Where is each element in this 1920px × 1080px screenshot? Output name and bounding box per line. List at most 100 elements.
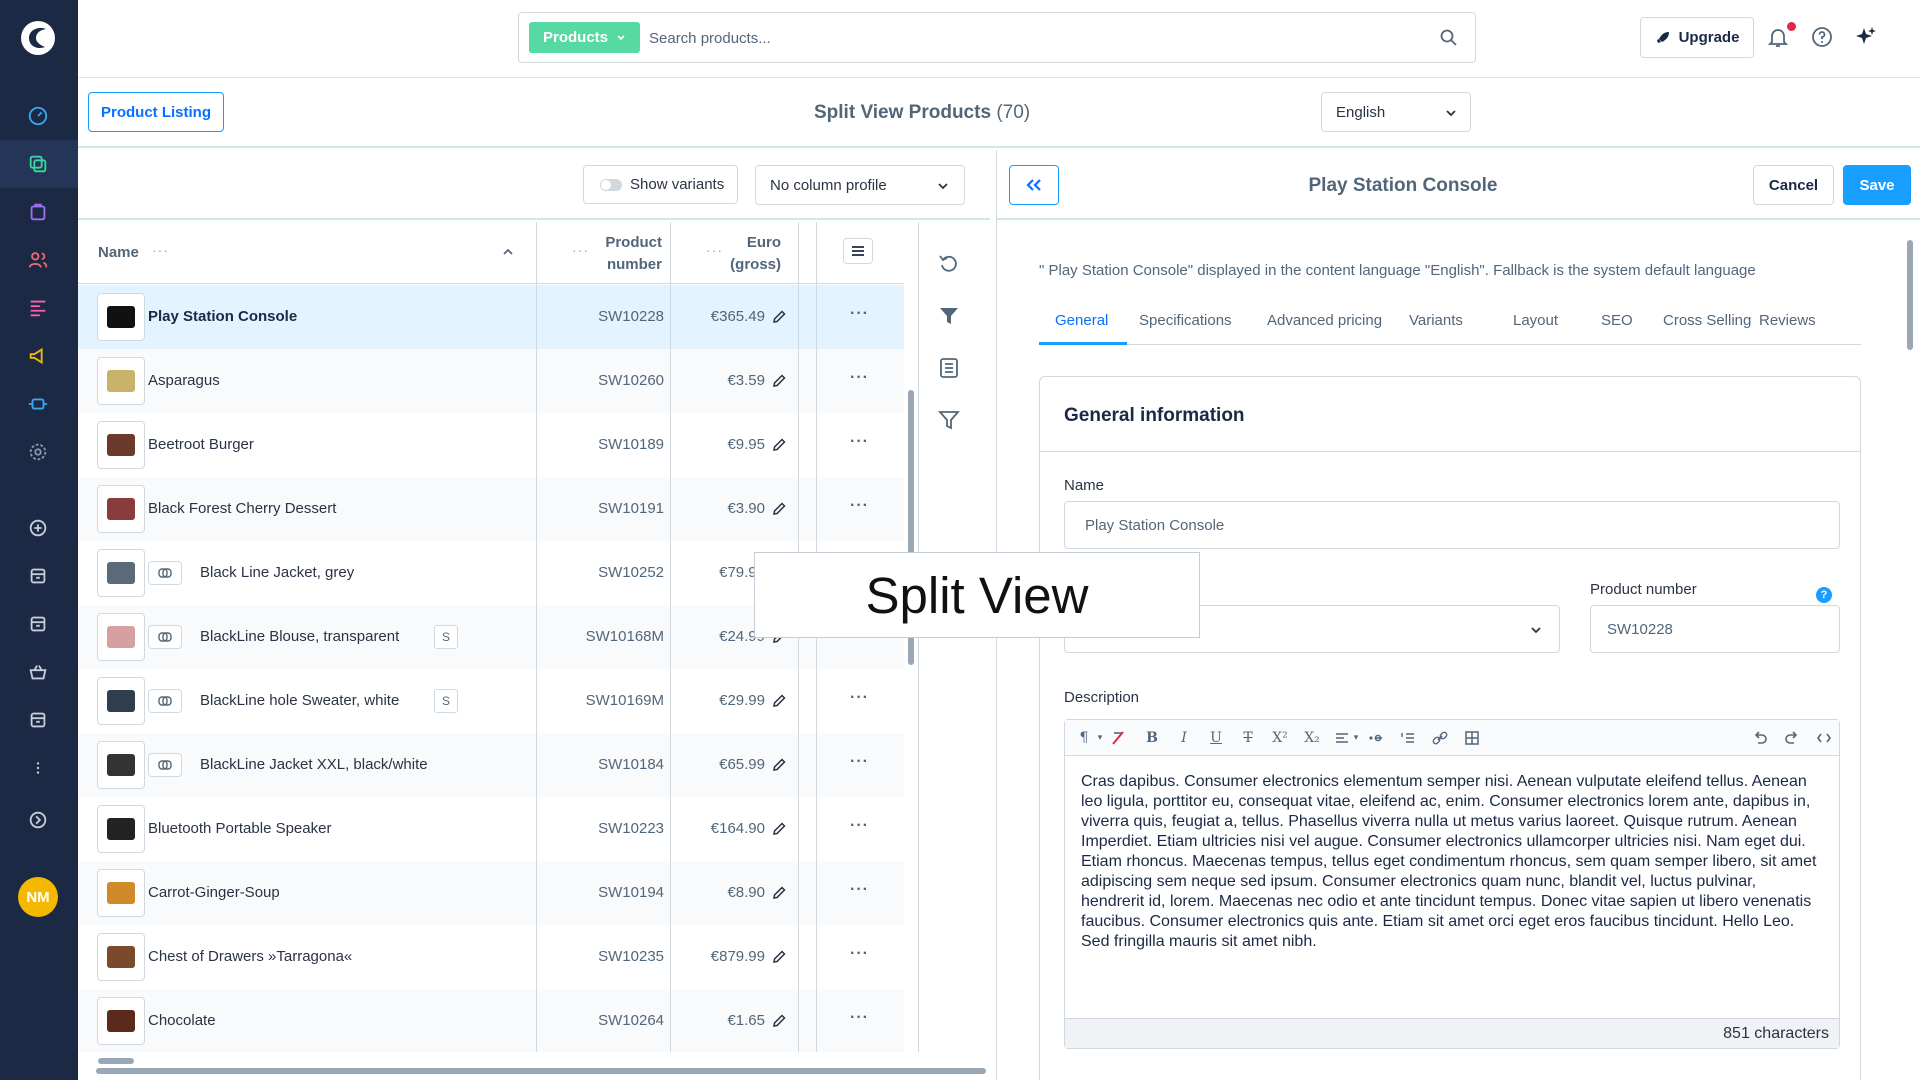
sort-ascending-icon[interactable] <box>502 246 514 258</box>
product-name[interactable]: Asparagus <box>148 372 220 389</box>
pane-horizontal-scrollbar[interactable] <box>96 1068 986 1074</box>
collapse-sidebar-icon[interactable] <box>25 807 51 833</box>
name-field[interactable] <box>1064 501 1840 549</box>
pencil-icon[interactable] <box>771 1013 787 1029</box>
redo-icon[interactable] <box>1783 729 1801 747</box>
table-row[interactable]: Bluetooth Portable Speaker SW10223 €164.90… <box>78 797 904 861</box>
pencil-icon[interactable] <box>771 309 787 325</box>
customers-icon[interactable] <box>25 247 51 273</box>
pencil-icon[interactable] <box>771 757 787 773</box>
description-text[interactable]: Cras dapibus. Consumer electronics eleme… <box>1081 772 1821 952</box>
product-name[interactable]: BlackLine Jacket XXL, black/white <box>200 756 428 773</box>
sales-channel-icon[interactable] <box>25 707 51 733</box>
undo-icon[interactable] <box>1751 729 1769 747</box>
search-input[interactable] <box>649 24 1409 52</box>
column-header-product-number[interactable]: Product number <box>586 232 662 276</box>
product-name[interactable]: Black Line Jacket, grey <box>200 564 354 581</box>
table-icon[interactable] <box>1463 729 1481 747</box>
language-select[interactable]: English <box>1321 92 1471 132</box>
sales-channel-icon[interactable] <box>25 563 51 589</box>
product-name[interactable]: Black Forest Cherry Dessert <box>148 500 336 517</box>
row-actions-icon[interactable]: ··· <box>850 433 870 451</box>
product-name[interactable]: Bluetooth Portable Speaker <box>148 820 331 837</box>
tab-reviews[interactable]: Reviews <box>1759 312 1816 329</box>
refresh-icon[interactable] <box>937 252 961 276</box>
show-variants-toggle[interactable]: Show variants <box>583 165 738 204</box>
strikethrough-icon[interactable]: T <box>1239 729 1257 747</box>
variants-icon[interactable] <box>148 689 182 713</box>
grid-horizontal-scrollbar[interactable] <box>98 1058 134 1064</box>
bold-icon[interactable]: B <box>1143 729 1161 747</box>
table-row[interactable]: Asparagus SW10260 €3.59 ··· <box>78 349 904 413</box>
toggle-switch[interactable] <box>600 178 622 191</box>
settings-icon[interactable] <box>25 439 51 465</box>
tab-specifications[interactable]: Specifications <box>1139 312 1232 329</box>
sales-channel-icon[interactable] <box>25 611 51 637</box>
product-name[interactable]: Chest of Drawers »Tarragona« <box>148 948 352 965</box>
table-row[interactable]: Play Station Console SW10228 €365.49 ··· <box>78 285 904 349</box>
product-name[interactable]: Play Station Console <box>148 308 297 325</box>
extensions-icon[interactable] <box>25 391 51 417</box>
pencil-icon[interactable] <box>771 885 787 901</box>
table-row[interactable]: BlackLine Jacket XXL, black/white SW10184… <box>78 733 904 797</box>
row-actions-icon[interactable]: ··· <box>850 753 870 771</box>
pencil-icon[interactable] <box>771 501 787 517</box>
filter-icon[interactable] <box>937 304 961 328</box>
ai-sparkle-icon[interactable] <box>1854 25 1878 49</box>
table-row[interactable]: Beetroot Burger SW10189 €9.95 ··· <box>78 413 904 477</box>
table-row[interactable]: Black Forest Cherry Dessert SW10191 €3.90 ·… <box>78 477 904 541</box>
bullet-list-icon[interactable] <box>1367 729 1385 747</box>
product-name[interactable]: Carrot-Ginger-Soup <box>148 884 280 901</box>
table-row[interactable]: Chocolate SW10264 €1.65 ··· <box>78 989 904 1052</box>
pencil-icon[interactable] <box>771 373 787 389</box>
chevron-down-icon[interactable]: ▾ <box>1347 729 1365 747</box>
catalogue-icon[interactable] <box>25 151 51 177</box>
tab-layout[interactable]: Layout <box>1513 312 1558 329</box>
shop-basket-icon[interactable] <box>25 659 51 685</box>
row-actions-icon[interactable]: ··· <box>850 817 870 835</box>
column-list-icon[interactable] <box>937 356 961 380</box>
product-name[interactable]: BlackLine hole Sweater, white <box>200 692 399 709</box>
add-sales-channel-icon[interactable] <box>25 515 51 541</box>
table-row[interactable]: Carrot-Ginger-Soup SW10194 €8.90 ··· <box>78 861 904 925</box>
row-actions-icon[interactable]: ··· <box>850 1009 870 1027</box>
column-profile-select[interactable]: No column profile <box>755 165 965 205</box>
pencil-icon[interactable] <box>771 437 787 453</box>
column-header-name[interactable]: Name <box>98 244 139 261</box>
row-actions-icon[interactable]: ··· <box>850 689 870 707</box>
upgrade-button[interactable]: Upgrade <box>1640 17 1754 58</box>
text-color-icon[interactable] <box>1109 729 1127 747</box>
avatar[interactable]: NM <box>18 877 58 917</box>
search-type-select[interactable]: Products <box>529 22 641 53</box>
search-icon[interactable] <box>1439 28 1459 48</box>
pencil-icon[interactable] <box>771 821 787 837</box>
product-listing-button[interactable]: Product Listing <box>88 92 224 132</box>
tab-seo[interactable]: SEO <box>1601 312 1633 329</box>
product-name[interactable]: Chocolate <box>148 1012 216 1029</box>
cancel-button[interactable]: Cancel <box>1753 165 1834 205</box>
row-actions-icon[interactable]: ··· <box>850 881 870 899</box>
pencil-icon[interactable] <box>771 693 787 709</box>
pencil-icon[interactable] <box>771 949 787 965</box>
product-number-field[interactable] <box>1590 605 1840 653</box>
code-view-icon[interactable] <box>1815 729 1833 747</box>
italic-icon[interactable]: I <box>1175 729 1193 747</box>
row-actions-icon[interactable]: ··· <box>850 945 870 963</box>
column-menu-icon[interactable]: ··· <box>152 242 169 258</box>
filter-outline-icon[interactable] <box>937 408 961 432</box>
chevron-down-icon[interactable]: ▾ <box>1091 729 1109 747</box>
tab-cross-selling[interactable]: Cross Selling <box>1663 312 1751 329</box>
bell-icon[interactable] <box>1766 25 1790 49</box>
marketing-icon[interactable] <box>25 343 51 369</box>
variants-icon[interactable] <box>148 625 182 649</box>
more-icon[interactable] <box>25 755 51 781</box>
content-icon[interactable] <box>25 295 51 321</box>
variants-icon[interactable] <box>148 753 182 777</box>
variants-icon[interactable] <box>148 561 182 585</box>
orders-icon[interactable] <box>25 199 51 225</box>
tab-variants[interactable]: Variants <box>1409 312 1463 329</box>
shopware-logo-icon[interactable] <box>20 20 56 56</box>
tab-advanced-pricing[interactable]: Advanced pricing <box>1267 312 1382 329</box>
table-row[interactable]: BlackLine hole Sweater, white S SW10169M €2… <box>78 669 904 733</box>
link-icon[interactable] <box>1431 729 1449 747</box>
